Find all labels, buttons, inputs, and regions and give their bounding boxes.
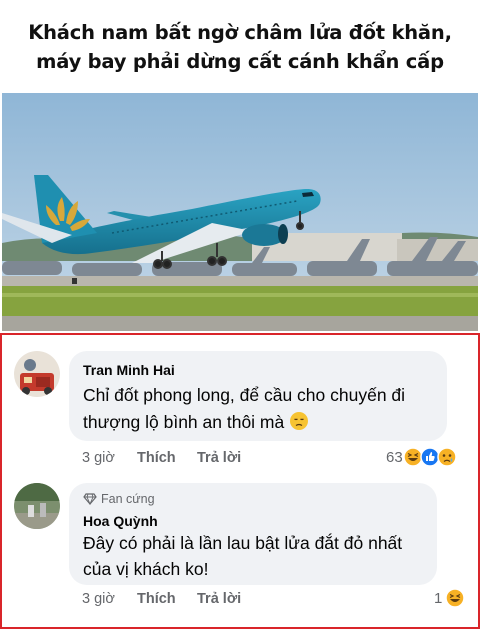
reaction-count: 1 <box>434 589 443 607</box>
haha-icon <box>445 588 466 608</box>
reaction-count: 63 <box>386 448 403 466</box>
sad-face-icon <box>289 411 309 439</box>
avatar-tran-minh-hai[interactable] <box>14 351 60 397</box>
comment-time: 3 giờ <box>82 450 115 466</box>
comment-actions-2: 3 giờ Thích Trả lời <box>82 591 241 607</box>
avatar-image <box>14 351 60 397</box>
avatar-image <box>14 483 60 529</box>
avatar-hoa-quynh[interactable] <box>14 483 60 529</box>
comment-actions-1: 3 giờ Thích Trả lời <box>82 450 241 466</box>
reaction-summary-1[interactable]: 63 <box>386 447 457 467</box>
headline-line-1: Khách nam bất ngờ châm lửa đốt khăn, <box>28 21 452 44</box>
reply-button[interactable]: Trả lời <box>197 450 241 466</box>
comment-time: 3 giờ <box>82 591 115 607</box>
news-photo <box>2 93 478 331</box>
comment-text-line-1: Đây có phải là lần lau bật lửa đắt đỏ nh… <box>83 533 403 553</box>
comment-author[interactable]: Hoa Quỳnh <box>83 513 158 529</box>
badge-label: Fan cứng <box>101 492 155 506</box>
comment-author[interactable]: Tran Minh Hai <box>83 362 175 378</box>
comments-panel: Tran Minh Hai Chỉ đốt phong long, để cầu… <box>0 333 480 629</box>
headline-line-2: máy bay phải dừng cất cánh khẩn cấp <box>36 50 444 73</box>
comment-bubble-1: Tran Minh Hai Chỉ đốt phong long, để cầu… <box>69 351 447 441</box>
reaction-summary-2[interactable]: 1 <box>434 588 466 608</box>
like-button[interactable]: Thích <box>137 591 197 607</box>
article-headline: Khách nam bất ngờ châm lửa đốt khăn, máy… <box>0 0 480 92</box>
reaction-icons <box>402 447 457 467</box>
comment-text-line-2-wrap: thượng lộ bình an thôi mà <box>83 409 309 439</box>
sad-icon <box>436 447 457 467</box>
like-button[interactable]: Thích <box>137 450 197 466</box>
comment-bubble-2: Fan cứng Hoa Quỳnh Đây có phải là lần la… <box>69 483 437 585</box>
top-fan-badge: Fan cứng <box>83 492 155 506</box>
airplane-takeoff-image <box>2 93 478 331</box>
reaction-icons <box>445 588 466 608</box>
comment-text-line-1: Chỉ đốt phong long, để cầu cho chuyến đi <box>83 385 406 405</box>
reply-button[interactable]: Trả lời <box>197 591 241 607</box>
comment-text-line-2: thượng lộ bình an thôi mà <box>83 412 285 432</box>
comment-text-line-2: của vị khách ko! <box>83 559 209 579</box>
diamond-icon <box>83 493 97 505</box>
